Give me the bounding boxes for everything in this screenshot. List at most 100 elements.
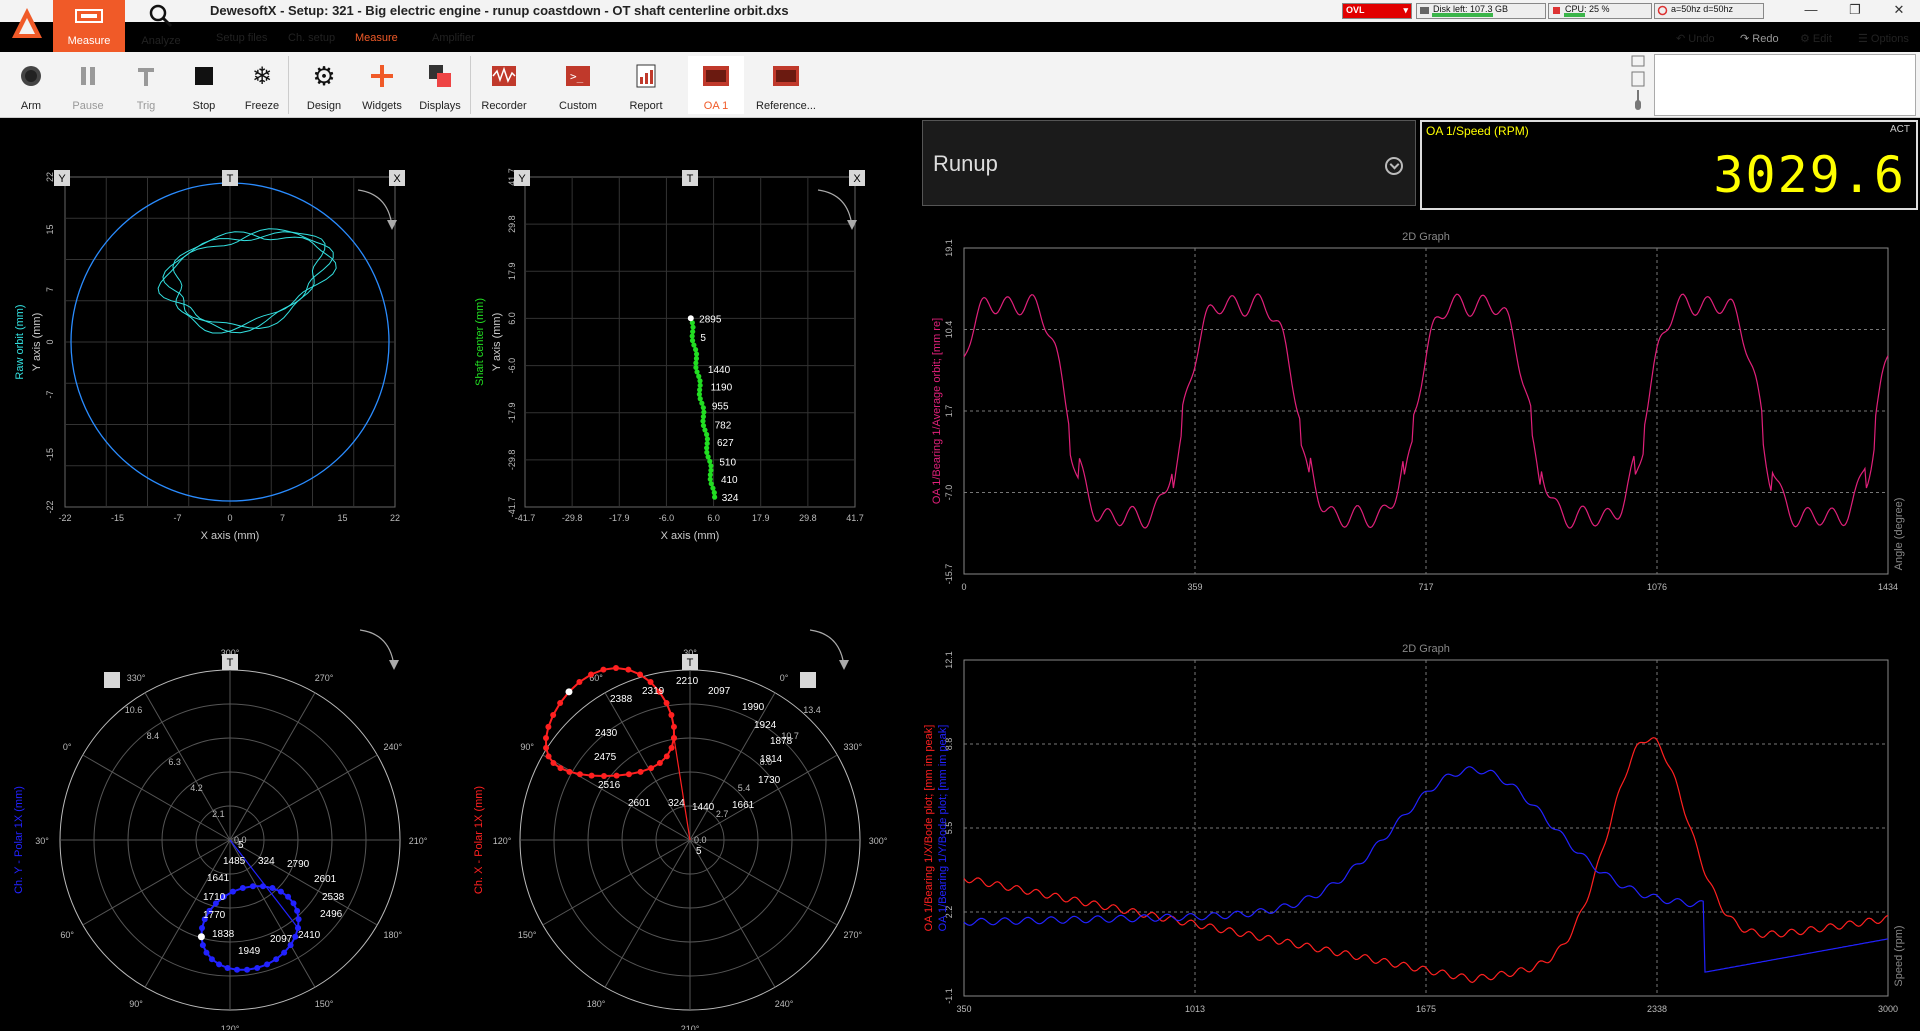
polar-reference-marker[interactable]	[104, 672, 120, 688]
rotation-direction-icon	[357, 189, 393, 227]
redo-button[interactable]: ↷ Redo	[1740, 32, 1779, 45]
x-tick-label: -22	[58, 513, 71, 523]
speed-point-label: 1730	[758, 775, 781, 786]
subtab-measure[interactable]: Measure	[355, 32, 398, 44]
polar-reference-marker[interactable]	[800, 672, 816, 688]
speed-point-label: 510	[719, 457, 736, 468]
orbit-trace	[172, 231, 337, 334]
runup-selector[interactable]: Runup	[922, 120, 1416, 206]
custom-button[interactable]: >_ Custom	[550, 56, 606, 114]
speed-point-label: 1949	[238, 946, 261, 957]
disk-status: Disk left: 107.3 GB	[1416, 3, 1546, 19]
rotation-direction-icon	[817, 189, 853, 227]
speed-point-label: 782	[715, 420, 732, 431]
raw-orbit-widget[interactable]: -22 -15 -7 0 7 15 22 22 15 7 0 -7 -15 -22 X axis (mm) R…	[0, 160, 420, 560]
speed-digital-meter[interactable]: OA 1/Speed (RPM) ACT 3029.6	[1420, 120, 1918, 210]
x-tick-label: -15	[111, 513, 124, 523]
speed-point-label: 5	[696, 846, 702, 857]
terminal-icon: >_	[566, 66, 590, 86]
polar-grid-spoke	[229, 754, 378, 841]
reference-button[interactable]: Reference...	[756, 56, 816, 114]
minimize-icon[interactable]: —	[1796, 2, 1826, 20]
arm-button[interactable]: Arm	[3, 56, 59, 114]
edit-button[interactable]: ⚙ Edit	[1800, 32, 1832, 45]
trig-button[interactable]: Trig	[118, 56, 174, 114]
bode-2d-graph[interactable]: 2D Graph350 1013 1675 2338 300012.18.85.52.2…	[920, 636, 1920, 1031]
y-axis-label-red: OA 1/Bearing 1/X/Bode plot; [mm im peak]	[923, 725, 935, 932]
trigger-icon	[138, 68, 154, 86]
subtab-setup-files[interactable]: Setup files	[216, 32, 267, 44]
x-tick-label: -6.0	[659, 513, 675, 523]
radial-tick-label: 8.4	[147, 731, 160, 741]
displays-button[interactable]: Displays	[412, 56, 468, 114]
overload-dropdown[interactable]: OVL ▾	[1342, 3, 1412, 19]
current-position-marker	[687, 315, 694, 322]
oa1-button[interactable]: OA 1	[688, 56, 744, 114]
polar-grid-spoke	[542, 839, 691, 926]
subtab-ch-setup[interactable]: Ch. setup	[288, 32, 335, 44]
notes-text-box[interactable]	[1654, 54, 1916, 116]
restore-icon[interactable]: ❐	[1840, 2, 1870, 20]
freeze-button[interactable]: ❄ Freeze	[234, 56, 290, 114]
stop-button[interactable]: Stop	[176, 56, 232, 114]
polar-grid-spoke	[689, 754, 838, 841]
y-tick-label: 1.7	[944, 405, 954, 418]
speed-point-label: 2516	[598, 780, 621, 791]
subtab-amplifier[interactable]: Amplifier	[432, 32, 475, 44]
marker-label: X	[853, 173, 861, 185]
x-tick-label: 3000	[1878, 1004, 1898, 1014]
y-tick-label: 22	[45, 172, 55, 182]
undo-button[interactable]: ↶ Undo	[1676, 32, 1715, 45]
secondary-axis-label: Speed (rpm)	[1893, 925, 1905, 986]
edit-icon: ⚙	[1800, 33, 1813, 45]
angle-tick-label: 210°	[409, 836, 428, 846]
x-tick-label: 350	[956, 1004, 971, 1014]
polar-y-widget[interactable]: 330°300°270°240°210°180°150°120°90°60°30…	[0, 610, 440, 1030]
polar-grid-spoke	[229, 839, 378, 926]
design-button[interactable]: ⚙ Design	[296, 56, 352, 114]
angle-tick-label: 180°	[587, 999, 606, 1009]
graph-title: 2D Graph	[1402, 231, 1450, 243]
orbit-trace	[157, 228, 326, 330]
displays-label: Displays	[419, 100, 461, 112]
options-label: Options	[1870, 33, 1909, 45]
pause-button[interactable]: Pause	[60, 56, 116, 114]
secondary-axis-label: Angle (degree)	[1893, 498, 1905, 571]
menu-measure-button[interactable]: Measure	[53, 0, 125, 52]
x-tick-label: 359	[1187, 582, 1202, 592]
oa1-label: OA 1	[703, 100, 729, 112]
menu-analyze-button[interactable]: Analyze	[130, 0, 192, 52]
recorder-button[interactable]: Recorder	[476, 56, 532, 114]
x-tick-label: 22	[390, 513, 400, 523]
angle-tick-label: 0°	[63, 742, 72, 752]
angle-tick-label: 180°	[384, 930, 403, 940]
speed-point-label: 2210	[676, 676, 699, 687]
average-orbit-2d-graph[interactable]: 2D Graph 0 359 717 1076 1434 19.1 10.4 1.7 -7.0 -1…	[920, 226, 1920, 610]
polar-x-widget[interactable]: 60°30°0°330°300°270°240°210°180°150°120°…	[460, 610, 900, 1030]
options-button[interactable]: ☰ Options	[1858, 32, 1909, 45]
svg-text:⚙: ⚙	[312, 62, 335, 90]
x-tick-label: 0	[961, 582, 966, 592]
polar-grid-spoke	[604, 839, 691, 988]
y-tick-label: -22	[45, 500, 55, 513]
marker-label: T	[687, 173, 694, 185]
speed-point-label: 955	[712, 401, 729, 412]
speed-point-label: 2410	[298, 930, 321, 941]
speed-point-label: 1710	[203, 892, 226, 903]
speed-point-label: 324	[668, 798, 685, 809]
stop-square-icon	[195, 67, 213, 85]
close-icon[interactable]: ✕	[1884, 2, 1914, 20]
speed-point-label: 1440	[692, 802, 715, 813]
report-button[interactable]: Report	[618, 56, 674, 114]
radial-tick-label: 10.6	[125, 705, 143, 715]
x-tick-label: 17.9	[752, 513, 770, 523]
widgets-button[interactable]: Widgets	[354, 56, 410, 114]
menu-measure-label: Measure	[67, 35, 111, 47]
report-label: Report	[629, 100, 663, 112]
speed-point-label: 2895	[699, 314, 722, 325]
angle-tick-label: 300°	[869, 836, 888, 846]
shaft-centerline-widget[interactable]: 2895 5 1440 1190 955 782 627 510 410 324 -41.7 -29.…	[460, 160, 880, 560]
y-tick-label: -7.0	[944, 485, 954, 501]
y-axis-label: Y axis (mm)	[491, 313, 503, 371]
snowflake-icon: ❄	[252, 62, 272, 90]
